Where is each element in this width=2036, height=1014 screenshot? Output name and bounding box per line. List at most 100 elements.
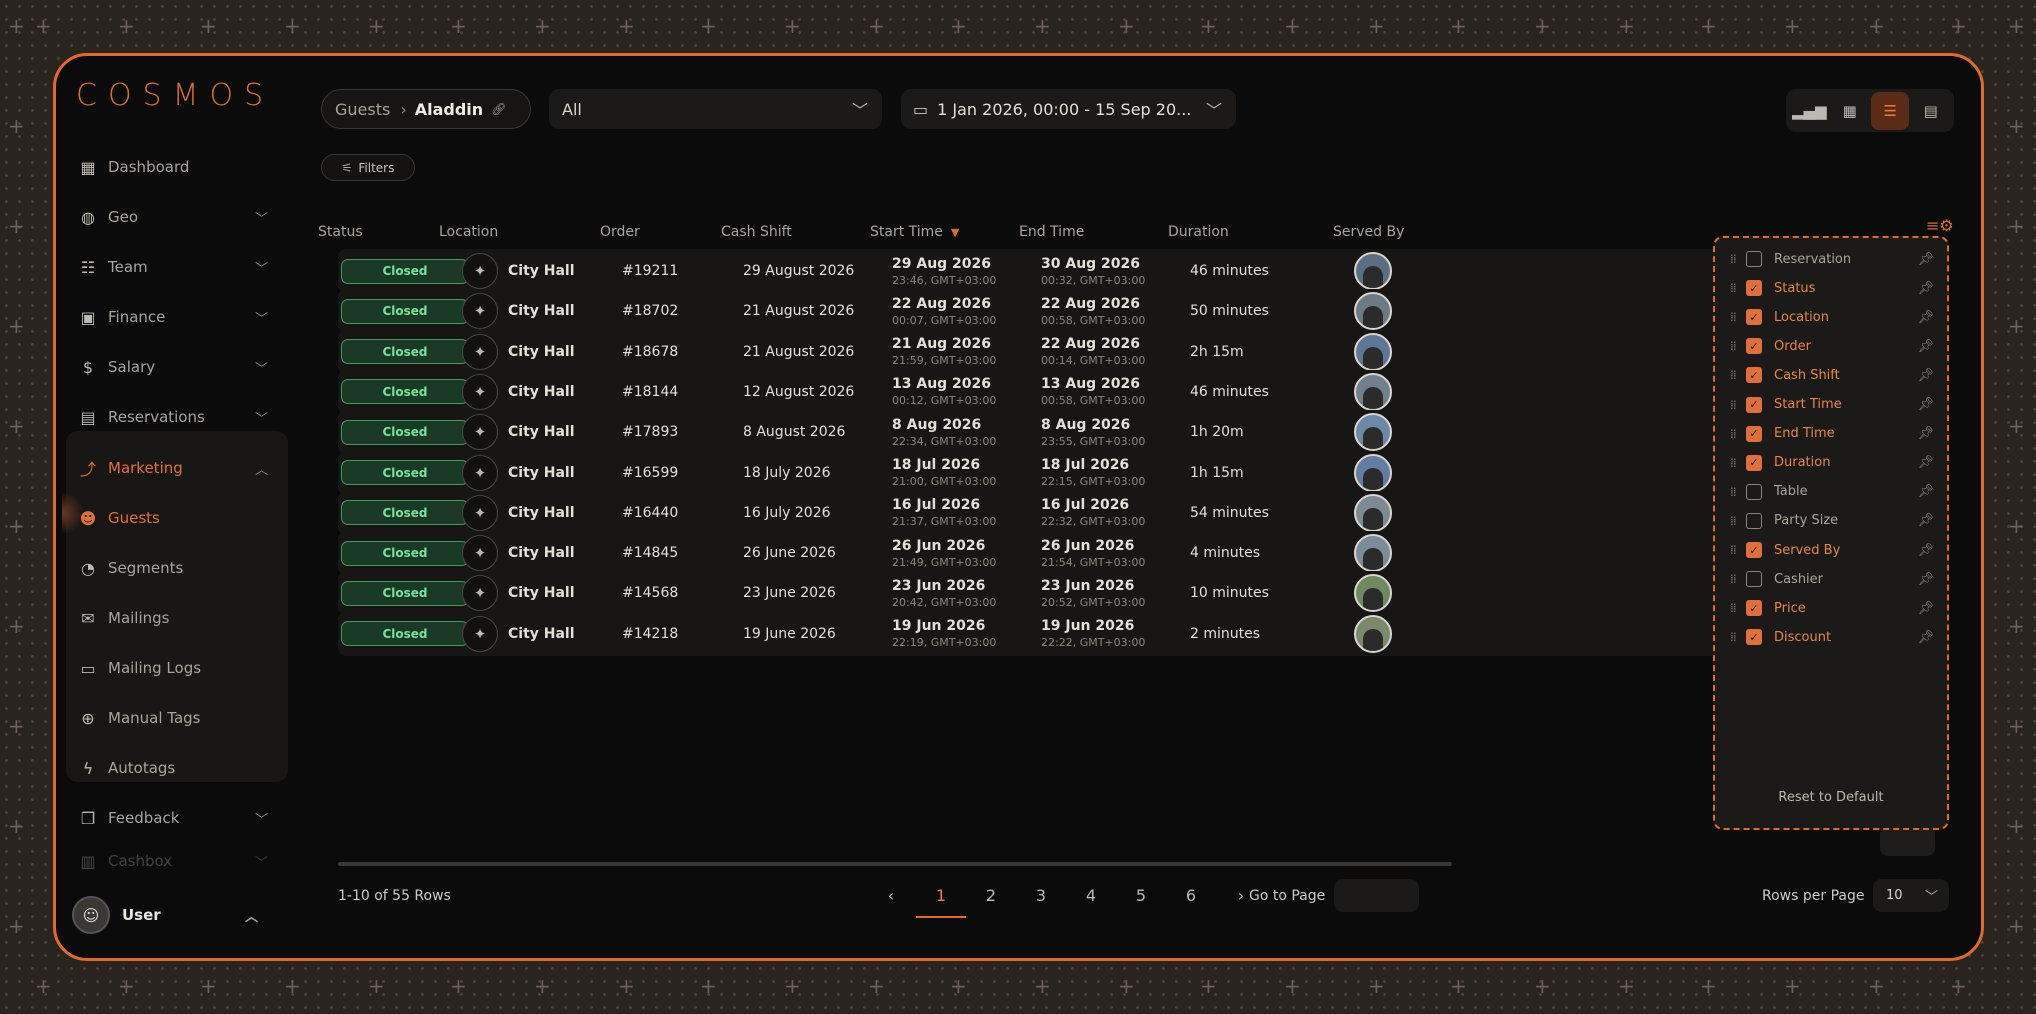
col-cash-shift[interactable]: Cash Shift	[721, 224, 792, 240]
column-option-status[interactable]: ⁞⁞ ✓ Status 📌︎	[1730, 274, 1938, 302]
page-4[interactable]: 4	[1066, 876, 1116, 916]
table-row[interactable]: Closed ✦ City Hall #16440 16 July 2026 16 Jul…	[338, 490, 1738, 535]
staff-avatar[interactable]	[1354, 493, 1392, 532]
order-cell[interactable]: #18702	[622, 289, 678, 333]
sidebar-item-reservations[interactable]: ▤ Reservations ﹀	[70, 395, 282, 439]
col-duration[interactable]: Duration	[1168, 224, 1229, 240]
sidebar-item-geo[interactable]: ◍ Geo ﹀	[70, 195, 282, 239]
link-icon[interactable]: 🔗︎	[491, 102, 506, 116]
table-row[interactable]: Closed ✦ City Hall #18702 21 August 2026 22 A…	[338, 289, 1738, 334]
order-cell[interactable]: #19211	[622, 249, 678, 293]
reset-to-default-button[interactable]: Reset to Default	[1715, 790, 1947, 805]
pin-icon[interactable]: 📌︎	[1917, 310, 1934, 325]
sidebar-item-mailing-logs[interactable]: ▭ Mailing Logs	[70, 646, 282, 690]
schedule-view-icon[interactable]: ▤	[1912, 92, 1950, 130]
sidebar-item-guests[interactable]: ☻ Guests	[70, 496, 282, 540]
breadcrumb-parent[interactable]: Guests	[335, 100, 390, 119]
pin-icon[interactable]: 📌︎	[1917, 426, 1934, 441]
date-range-picker[interactable]: ▭ 1 Jan 2026, 00:00 - 15 Sep 20... ﹀	[901, 89, 1236, 129]
order-cell[interactable]: #14218	[622, 612, 678, 656]
staff-avatar[interactable]	[1354, 614, 1392, 653]
page-5[interactable]: 5	[1116, 876, 1166, 916]
pin-icon[interactable]: 📌︎	[1917, 281, 1934, 296]
column-option-party-size[interactable]: ⁞⁞ Party Size 📌︎	[1730, 507, 1938, 535]
drag-handle-icon[interactable]: ⁞⁞	[1730, 573, 1740, 585]
column-option-cashier[interactable]: ⁞⁞ Cashier 📌︎	[1730, 565, 1938, 593]
column-checkbox[interactable]: ✓	[1746, 454, 1762, 471]
column-option-order[interactable]: ⁞⁞ ✓ Order 📌︎	[1730, 332, 1938, 360]
column-option-location[interactable]: ⁞⁞ ✓ Location 📌︎	[1730, 303, 1938, 331]
drag-handle-icon[interactable]: ⁞⁞	[1730, 340, 1740, 352]
column-option-cash-shift[interactable]: ⁞⁞ ✓ Cash Shift 📌︎	[1730, 361, 1938, 389]
column-option-table[interactable]: ⁞⁞ Table 📌︎	[1730, 478, 1938, 506]
sidebar-item-team[interactable]: ☷ Team ﹀	[70, 245, 282, 289]
col-start-time[interactable]: Start Time ▼	[870, 224, 959, 240]
drag-handle-icon[interactable]: ⁞⁞	[1730, 369, 1740, 381]
table-row[interactable]: Closed ✦ City Hall #18678 21 August 2026 21 A…	[338, 329, 1738, 374]
column-checkbox[interactable]: ✓	[1746, 600, 1762, 617]
col-status[interactable]: Status	[318, 224, 363, 240]
order-cell[interactable]: #18678	[622, 330, 678, 374]
filters-button[interactable]: ⚟ Filters	[321, 154, 415, 181]
drag-handle-icon[interactable]: ⁞⁞	[1730, 282, 1740, 294]
prev-page-icon[interactable]: ‹	[866, 876, 916, 916]
pin-icon[interactable]: 📌︎	[1917, 572, 1934, 587]
column-checkbox[interactable]: ✓	[1746, 425, 1762, 442]
pin-icon[interactable]: 📌︎	[1917, 601, 1934, 616]
sidebar-item-feedback[interactable]: ❐ Feedback ﹀	[70, 796, 282, 840]
table-row[interactable]: Closed ✦ City Hall #18144 12 August 2026 13 A…	[338, 369, 1738, 414]
sidebar-item-marketing[interactable]: ⤴ Marketing ︿	[70, 446, 282, 490]
sidebar-item-manual-tags[interactable]: ⊕ Manual Tags	[70, 696, 282, 740]
table-row[interactable]: Closed ✦ City Hall #14568 23 June 2026 23 Jun…	[338, 571, 1738, 616]
user-menu[interactable]: ☺ User ︿	[68, 893, 278, 937]
sidebar-item-dashboard[interactable]: ▦ Dashboard	[70, 145, 282, 189]
sort-desc-icon[interactable]: ▼	[951, 226, 959, 239]
column-option-price[interactable]: ⁞⁞ ✓ Price 📌︎	[1730, 594, 1938, 622]
table-row[interactable]: Closed ✦ City Hall #19211 29 August 2026 29 A…	[338, 249, 1738, 293]
staff-avatar[interactable]	[1354, 372, 1392, 411]
drag-handle-icon[interactable]: ⁞⁞	[1730, 631, 1740, 643]
column-checkbox[interactable]: ✓	[1746, 542, 1762, 558]
drag-handle-icon[interactable]: ⁞⁞	[1730, 515, 1740, 527]
sidebar-item-autotags[interactable]: ϟ Autotags	[70, 746, 282, 790]
col-order[interactable]: Order	[600, 224, 640, 240]
order-cell[interactable]: #17893	[622, 410, 678, 454]
page-6[interactable]: 6	[1166, 876, 1216, 916]
guest-filter-select[interactable]: All ﹀	[549, 89, 882, 129]
drag-handle-icon[interactable]: ⁞⁞	[1730, 311, 1740, 323]
drag-handle-icon[interactable]: ⁞⁞	[1730, 428, 1740, 440]
column-option-duration[interactable]: ⁞⁞ ✓ Duration 📌︎	[1730, 449, 1938, 477]
table-row[interactable]: Closed ✦ City Hall #17893 8 August 2026 8 Aug…	[338, 410, 1738, 455]
column-option-start-time[interactable]: ⁞⁞ ✓ Start Time 📌︎	[1730, 391, 1938, 419]
sidebar-item-cashbox[interactable]: ▥ Cashbox ﹀	[70, 846, 282, 876]
column-checkbox[interactable]: ✓	[1746, 338, 1762, 355]
column-option-discount[interactable]: ⁞⁞ ✓ Discount 📌︎	[1730, 623, 1938, 651]
table-row[interactable]: Closed ✦ City Hall #16599 18 July 2026 18 Jul…	[338, 450, 1738, 495]
list-view-icon[interactable]: ☰	[1871, 91, 1910, 130]
column-checkbox[interactable]: ✓	[1746, 280, 1762, 297]
column-checkbox[interactable]	[1746, 571, 1762, 588]
column-option-reservation[interactable]: ⁞⁞ Reservation 📌︎	[1730, 245, 1938, 273]
pin-icon[interactable]: 📌︎	[1917, 484, 1934, 499]
sidebar-item-segments[interactable]: ◔ Segments	[70, 546, 282, 590]
sidebar-item-finance[interactable]: ▣ Finance ﹀	[70, 295, 282, 339]
staff-avatar[interactable]	[1354, 453, 1392, 492]
order-cell[interactable]: #16599	[622, 451, 678, 495]
column-checkbox[interactable]	[1746, 512, 1762, 529]
drag-handle-icon[interactable]: ⁞⁞	[1730, 602, 1740, 614]
rows-per-page-select[interactable]: 10 ﹀	[1873, 879, 1949, 912]
order-cell[interactable]: #16440	[622, 491, 678, 535]
sidebar-item-mailings[interactable]: ✉ Mailings	[70, 596, 282, 640]
staff-avatar[interactable]	[1354, 534, 1392, 573]
order-cell[interactable]: #18144	[622, 370, 678, 414]
pin-icon[interactable]: 📌︎	[1917, 630, 1934, 645]
pin-icon[interactable]: 📌︎	[1917, 455, 1934, 470]
table-row[interactable]: Closed ✦ City Hall #14218 19 June 2026 19 Jun…	[338, 611, 1738, 656]
column-checkbox[interactable]	[1746, 483, 1762, 500]
pin-icon[interactable]: 📌︎	[1917, 513, 1934, 528]
chart-view-icon[interactable]: ▂▄▆	[1790, 92, 1828, 130]
column-settings-icon[interactable]: ≡⚙︎	[1926, 216, 1954, 235]
goto-page-input[interactable]	[1334, 879, 1419, 912]
page-2[interactable]: 2	[966, 876, 1016, 916]
col-end-time[interactable]: End Time	[1019, 224, 1084, 240]
